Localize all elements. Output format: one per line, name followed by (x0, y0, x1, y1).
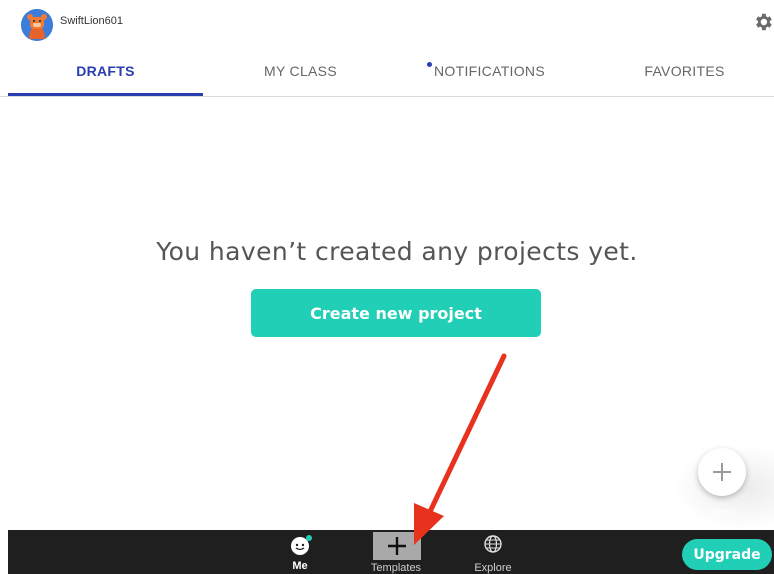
nav-item-me[interactable]: Me (265, 530, 335, 574)
active-tab-indicator (8, 93, 203, 96)
plus-icon (713, 463, 731, 481)
tab-my-class[interactable]: MY CLASS (203, 63, 398, 79)
user-avatar[interactable] (21, 9, 53, 41)
notification-dot (427, 62, 432, 67)
globe-icon (484, 535, 502, 553)
nav-label-me: Me (292, 560, 308, 572)
tab-notifications[interactable]: NOTIFICATIONS (392, 63, 587, 79)
nav-label-explore: Explore (474, 562, 512, 574)
upgrade-button[interactable]: Upgrade (682, 539, 772, 570)
face-icon (291, 535, 312, 555)
create-fab-button[interactable] (698, 448, 746, 496)
lion-avatar-icon (21, 9, 53, 41)
create-fab-label: Create (706, 507, 737, 518)
bottom-nav-bar: Me Templates Explore (8, 530, 774, 574)
username[interactable]: SwiftLion601 (60, 15, 123, 27)
create-new-project-button[interactable]: Create new project (251, 289, 541, 337)
nav-label-templates: Templates (370, 562, 422, 574)
top-header: SwiftLion601 (0, 0, 774, 46)
empty-state-message: You haven’t created any projects yet. (156, 237, 638, 266)
plus-icon (388, 537, 406, 555)
tab-drafts[interactable]: DRAFTS (8, 63, 203, 79)
tab-bar: DRAFTS MY CLASS NOTIFICATIONS FAVORITES (0, 52, 774, 97)
nav-item-explore[interactable]: Explore (458, 530, 528, 574)
gear-icon[interactable] (752, 11, 774, 33)
nav-item-templates[interactable]: Templates (361, 530, 431, 574)
tab-favorites[interactable]: FAVORITES (587, 63, 774, 79)
